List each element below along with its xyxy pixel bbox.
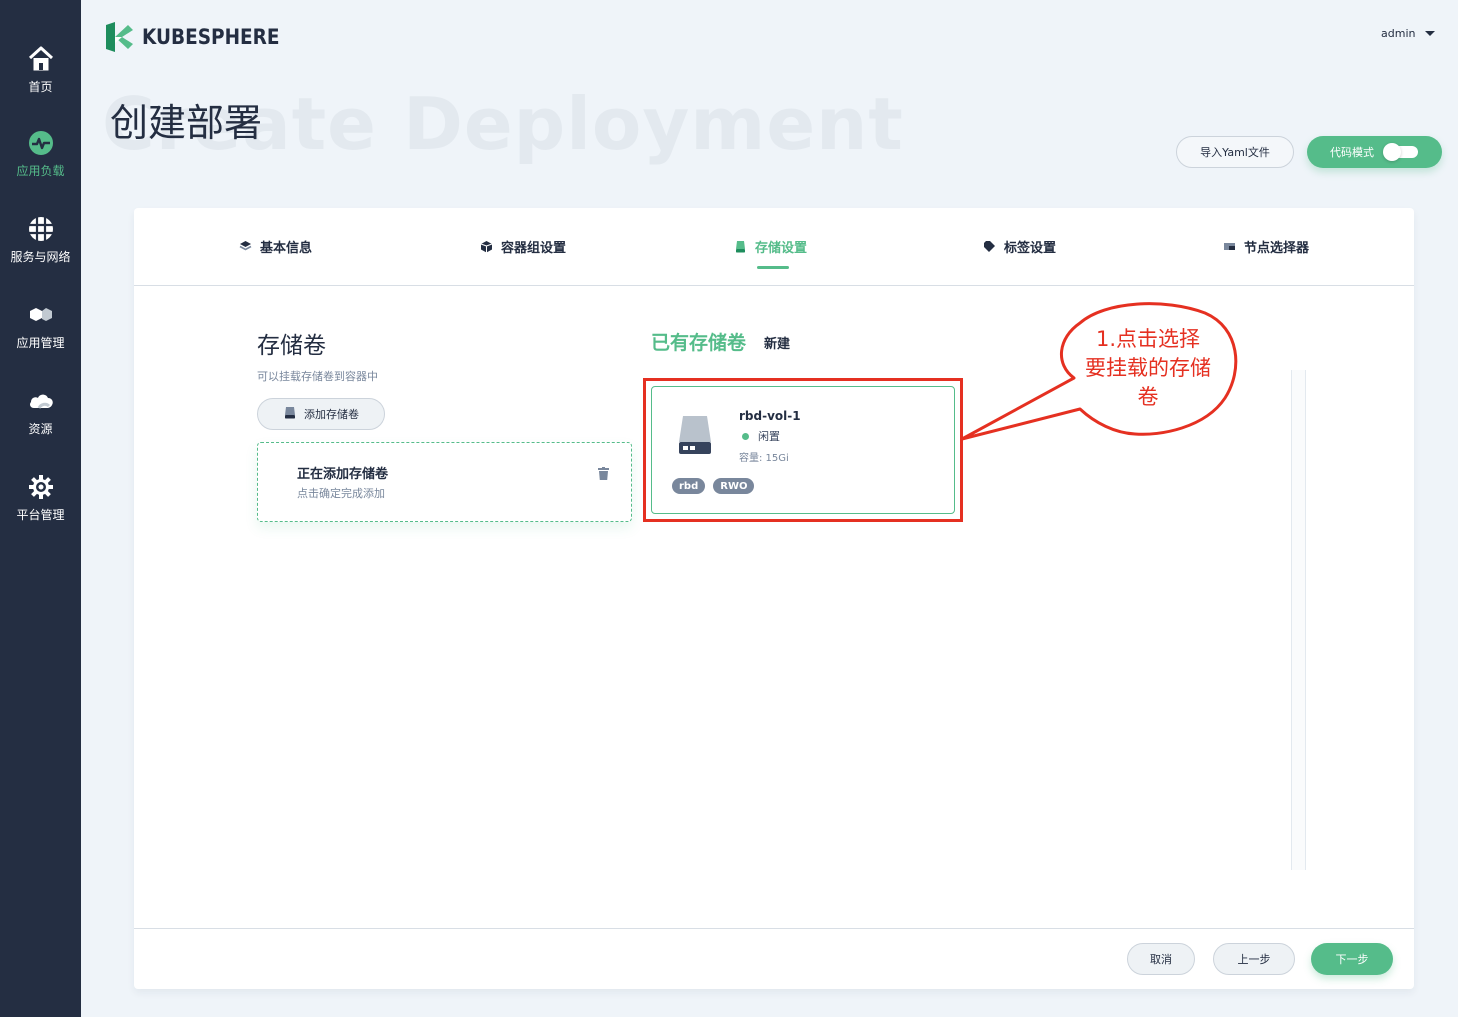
active-tab-indicator	[757, 266, 789, 269]
sidebar-item-workloads[interactable]: 应用负载	[0, 128, 81, 200]
annotation-line: 卷	[1137, 385, 1159, 409]
import-yaml-button[interactable]: 导入Yaml文件	[1176, 136, 1294, 168]
sidebar-item-label: 平台管理	[16, 508, 65, 522]
step-tabs: 基本信息 容器组设置 存储设置 标签设置 节点选择器	[134, 208, 1414, 286]
annotation-line: 要挂载的存储	[1085, 356, 1211, 380]
sidebar-item-label: 资源	[28, 422, 53, 436]
app-icon	[26, 300, 56, 330]
adding-volume-item: 正在添加存储卷 点击确定完成添加	[257, 442, 632, 522]
volumes-description: 可以挂载存储卷到容器中	[257, 370, 378, 383]
network-icon	[26, 214, 56, 244]
tab-new-volume[interactable]: 新建	[764, 333, 790, 352]
node-icon	[1222, 240, 1236, 254]
volumes-title: 存储卷	[257, 333, 326, 359]
username: admin	[1381, 27, 1416, 40]
annotation-line: 1.点击选择	[1095, 327, 1201, 351]
layers-icon	[238, 240, 252, 254]
scrollbar[interactable]	[1291, 370, 1306, 870]
tab-basic-info[interactable]: 基本信息	[238, 237, 312, 256]
disk-icon	[733, 240, 747, 254]
tab-existing-volumes[interactable]: 已有存储卷	[651, 328, 746, 355]
user-menu[interactable]: admin	[1381, 27, 1436, 40]
sidebar-item-label: 应用负载	[16, 164, 65, 178]
sidebar-item-label: 首页	[28, 80, 53, 94]
trash-icon[interactable]	[598, 465, 609, 484]
gear-icon	[26, 472, 56, 502]
tab-node-selector[interactable]: 节点选择器	[1222, 237, 1309, 256]
tag-icon	[982, 240, 996, 254]
sidebar-item-platform[interactable]: 平台管理	[0, 472, 81, 544]
toggle-knob	[1383, 143, 1401, 161]
sidebar-item-label: 服务与网络	[10, 250, 71, 264]
tab-label: 存储设置	[755, 241, 808, 256]
adding-volume-desc: 点击确定完成添加	[297, 487, 385, 500]
tab-label: 节点选择器	[1244, 241, 1310, 256]
workload-icon	[26, 128, 56, 158]
tab-container-settings[interactable]: 容器组设置	[479, 237, 566, 256]
sidebar-item-apps[interactable]: 应用管理	[0, 300, 81, 372]
cube-icon	[479, 240, 493, 254]
sidebar: 首页 应用负载 服务与网络 应用管理 资源 平台管理	[0, 0, 81, 1017]
tab-label: 基本信息	[260, 241, 313, 256]
sidebar-item-network[interactable]: 服务与网络	[0, 214, 81, 286]
code-mode-label: 代码模式	[1330, 146, 1374, 159]
cloud-icon	[26, 386, 56, 416]
next-button[interactable]: 下一步	[1311, 943, 1393, 975]
cancel-button[interactable]: 取消	[1127, 943, 1195, 975]
tab-label: 标签设置	[1004, 241, 1057, 256]
tab-label-settings[interactable]: 标签设置	[982, 237, 1056, 256]
sidebar-item-label: 应用管理	[16, 336, 65, 350]
previous-button[interactable]: 上一步	[1213, 943, 1295, 975]
sidebar-item-resources[interactable]: 资源	[0, 386, 81, 458]
modal-footer: 取消 上一步 下一步	[134, 928, 1414, 989]
home-icon	[26, 44, 56, 74]
chevron-down-icon	[1425, 31, 1436, 36]
add-volume-label: 添加存储卷	[304, 408, 359, 421]
kubesphere-logo[interactable]: KUBESPHERE	[104, 22, 298, 52]
annotation-highlight-box	[643, 378, 963, 522]
code-mode-toggle[interactable]: 代码模式	[1307, 136, 1442, 168]
add-volume-button[interactable]: 添加存储卷	[257, 398, 385, 430]
annotation-text: 1.点击选择 要挂载的存储 卷	[1068, 325, 1228, 412]
tab-label: 容器组设置	[501, 241, 567, 256]
kubesphere-logo-icon	[106, 22, 133, 52]
sidebar-item-home[interactable]: 首页	[0, 44, 81, 116]
logo-text: KUBESPHERE	[142, 25, 280, 49]
page-title: 创建部署	[110, 101, 263, 145]
adding-volume-title: 正在添加存储卷	[297, 467, 389, 482]
disk-icon	[284, 406, 296, 422]
toggle-switch[interactable]	[1383, 143, 1418, 161]
tab-storage-settings[interactable]: 存储设置	[733, 237, 807, 256]
